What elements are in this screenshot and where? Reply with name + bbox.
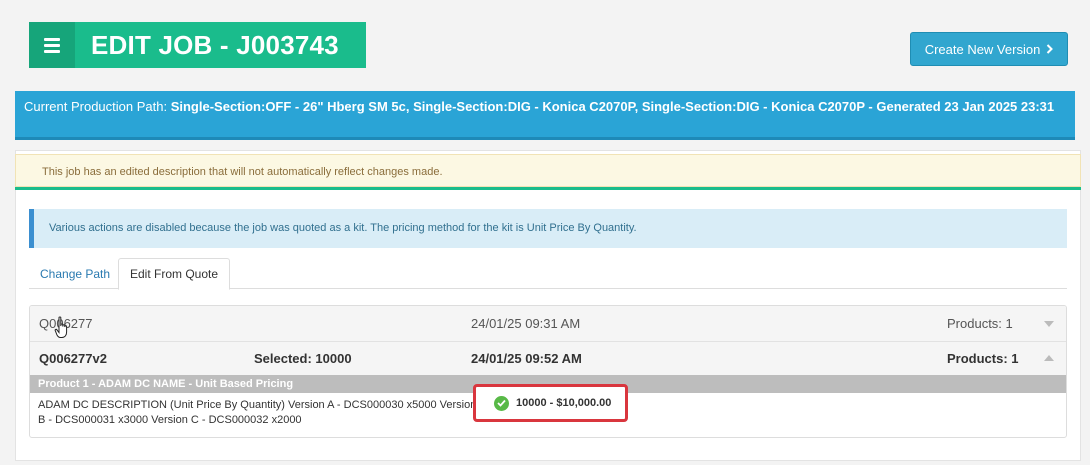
hamburger-icon (44, 37, 60, 53)
create-new-version-button[interactable]: Create New Version (910, 32, 1068, 66)
quote-id: Q006277v2 (39, 351, 107, 366)
chevron-right-icon (1046, 42, 1054, 57)
create-new-version-label: Create New Version (924, 41, 1041, 57)
hand-cursor-icon (54, 316, 70, 343)
section-divider (15, 187, 1081, 190)
tab-bar: Change Path Edit From Quote (29, 258, 1067, 290)
menu-button[interactable] (29, 22, 75, 68)
production-path-label: Current Production Path: (24, 99, 168, 114)
tab-edit-from-quote[interactable]: Edit From Quote (118, 258, 231, 290)
tab-change-path[interactable]: Change Path (29, 258, 121, 289)
page-title: EDIT JOB - J003743 (91, 29, 339, 60)
price-option-selected[interactable]: 10000 - $10,000.00 (473, 384, 628, 422)
quote-products-count: Products: 1 (947, 351, 1019, 366)
production-path-bar: Current Production Path: Single-Section:… (15, 91, 1075, 140)
quote-products-count: Products: 1 (947, 316, 1013, 331)
product-description: ADAM DC DESCRIPTION (Unit Price By Quant… (38, 399, 477, 426)
quote-list: Q006277 24/01/25 09:31 AM Products: 1 Q0… (29, 305, 1067, 438)
quote-date: 24/01/25 09:31 AM (471, 316, 581, 331)
page-header: EDIT JOB - J003743 (29, 22, 366, 68)
quote-date: 24/01/25 09:52 AM (471, 351, 582, 366)
edited-description-warning: This job has an edited description that … (15, 154, 1081, 187)
quote-row[interactable]: Q006277v2 Selected: 10000 24/01/25 09:52… (30, 342, 1066, 375)
collapse-caret-icon[interactable] (1044, 354, 1054, 361)
expand-caret-icon[interactable] (1044, 320, 1054, 327)
price-option-label: 10000 - $10,000.00 (516, 397, 612, 409)
kit-info-alert: Various actions are disabled because the… (29, 209, 1067, 248)
quote-selected-qty: Selected: 10000 (254, 351, 352, 366)
check-circle-icon (494, 395, 509, 411)
quote-row[interactable]: Q006277 24/01/25 09:31 AM Products: 1 (30, 306, 1066, 342)
production-path-value: Single-Section:OFF - 26" Hberg SM 5c, Si… (170, 99, 1055, 114)
